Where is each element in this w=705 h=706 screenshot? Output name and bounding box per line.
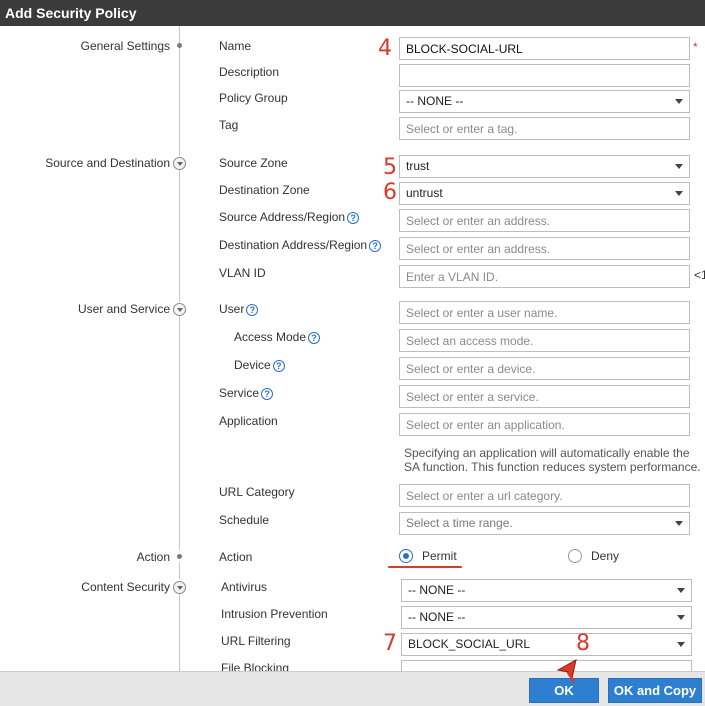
access-mode-input[interactable] bbox=[399, 329, 690, 352]
source-address-label-text: Source Address/Region bbox=[219, 210, 346, 224]
section-general-settings: General Settings bbox=[80, 39, 170, 53]
tag-input[interactable] bbox=[399, 117, 690, 140]
service-label-text: Service bbox=[219, 386, 260, 400]
chevron-down-icon bbox=[677, 615, 685, 620]
help-icon[interactable]: ? bbox=[261, 388, 274, 400]
user-label-text: User bbox=[219, 302, 245, 316]
destination-address-label: Destination Address/Region? bbox=[219, 238, 382, 252]
description-label: Description bbox=[219, 65, 280, 79]
destination-zone-value: untrust bbox=[406, 186, 443, 200]
chevron-down-icon bbox=[675, 521, 683, 526]
source-address-label: Source Address/Region? bbox=[219, 210, 360, 224]
chevron-down-icon bbox=[675, 164, 683, 169]
chevron-down-icon bbox=[675, 99, 683, 104]
device-input[interactable] bbox=[399, 357, 690, 380]
application-input[interactable] bbox=[399, 413, 690, 436]
application-label: Application bbox=[219, 414, 278, 428]
chevron-down-icon bbox=[675, 191, 683, 196]
access-mode-label: Access Mode? bbox=[234, 330, 321, 344]
permit-radio[interactable] bbox=[399, 549, 413, 563]
antivirus-value: -- NONE -- bbox=[408, 583, 466, 597]
schedule-label: Schedule bbox=[219, 513, 270, 527]
policy-group-label: Policy Group bbox=[219, 91, 288, 105]
annotation-step-6: 6 bbox=[383, 180, 397, 205]
antivirus-label: Antivirus bbox=[221, 580, 268, 594]
intrusion-prevention-label: Intrusion Prevention bbox=[221, 607, 328, 621]
section-line bbox=[179, 562, 180, 579]
tag-label: Tag bbox=[219, 118, 239, 132]
section-dot bbox=[177, 554, 182, 559]
annotation-step-5: 5 bbox=[383, 155, 397, 180]
collapse-icon[interactable] bbox=[173, 303, 186, 316]
url-category-label: URL Category bbox=[219, 485, 295, 499]
annotation-step-4: 4 bbox=[378, 36, 392, 61]
ok-and-copy-button[interactable]: OK and Copy bbox=[608, 678, 702, 703]
dialog-footer: OK OK and Copy bbox=[0, 671, 705, 706]
annotation-step-7: 7 bbox=[383, 631, 397, 656]
destination-zone-label: Destination Zone bbox=[219, 183, 310, 197]
section-user-service: User and Service bbox=[77, 302, 170, 316]
url-filtering-value: BLOCK_SOCIAL_URL bbox=[408, 637, 531, 651]
vlan-id-label: VLAN ID bbox=[219, 266, 266, 280]
intrusion-prevention-value: -- NONE -- bbox=[408, 610, 466, 624]
service-input[interactable] bbox=[399, 385, 690, 408]
destination-address-input[interactable] bbox=[399, 237, 690, 260]
url-filtering-select[interactable]: BLOCK_SOCIAL_URL bbox=[401, 633, 692, 656]
vlan-range-hint: <1 bbox=[694, 268, 705, 282]
policy-group-select[interactable]: -- NONE -- bbox=[399, 90, 690, 113]
collapse-icon[interactable] bbox=[173, 581, 186, 594]
schedule-select[interactable]: Select a time range. bbox=[399, 512, 690, 535]
destination-zone-select[interactable]: untrust bbox=[399, 182, 690, 205]
chevron-down-icon bbox=[677, 642, 685, 647]
schedule-value: Select a time range. bbox=[406, 516, 513, 530]
source-zone-label: Source Zone bbox=[219, 156, 288, 170]
annotation-step-8: 8 bbox=[576, 631, 590, 656]
section-action: Action bbox=[136, 550, 170, 564]
required-mark: * bbox=[693, 40, 698, 54]
url-category-input[interactable] bbox=[399, 484, 690, 507]
help-icon[interactable]: ? bbox=[347, 212, 360, 224]
name-input[interactable] bbox=[399, 37, 690, 60]
destination-address-label-text: Destination Address/Region bbox=[219, 238, 368, 252]
collapse-icon[interactable] bbox=[173, 157, 186, 170]
policy-group-value: -- NONE -- bbox=[406, 94, 464, 108]
source-zone-select[interactable]: trust bbox=[399, 155, 690, 178]
section-line bbox=[179, 170, 180, 302]
section-content-security: Content Security bbox=[81, 580, 170, 594]
action-label: Action bbox=[219, 550, 253, 564]
help-icon[interactable]: ? bbox=[272, 360, 285, 372]
source-address-input[interactable] bbox=[399, 209, 690, 232]
chevron-down-icon bbox=[677, 588, 685, 593]
intrusion-prevention-select[interactable]: -- NONE -- bbox=[401, 606, 692, 629]
url-filtering-label: URL Filtering bbox=[221, 634, 291, 648]
section-dot bbox=[177, 43, 182, 48]
application-note-line2: SA function. This function reduces syste… bbox=[404, 460, 701, 474]
device-label-text: Device bbox=[234, 358, 271, 372]
description-input[interactable] bbox=[399, 64, 690, 87]
permit-underline-annotation bbox=[388, 566, 462, 568]
help-icon[interactable]: ? bbox=[308, 332, 321, 344]
deny-radio[interactable] bbox=[568, 549, 582, 563]
mouse-pointer-icon bbox=[556, 659, 577, 683]
permit-label[interactable]: Permit bbox=[422, 549, 457, 563]
help-icon[interactable]: ? bbox=[246, 304, 259, 316]
application-note-line1: Specifying an application will automatic… bbox=[404, 446, 690, 460]
service-label: Service? bbox=[219, 386, 274, 400]
section-line bbox=[179, 594, 180, 671]
antivirus-select[interactable]: -- NONE -- bbox=[401, 579, 692, 602]
name-label: Name bbox=[219, 39, 252, 53]
device-label: Device? bbox=[234, 358, 285, 372]
vlan-id-input[interactable] bbox=[399, 265, 690, 288]
source-zone-value: trust bbox=[406, 159, 430, 173]
user-label: User? bbox=[219, 302, 259, 316]
section-source-destination: Source and Destination bbox=[45, 156, 170, 170]
help-icon[interactable]: ? bbox=[369, 240, 382, 252]
dialog-title: Add Security Policy bbox=[0, 0, 705, 26]
deny-label[interactable]: Deny bbox=[591, 549, 619, 563]
section-line bbox=[179, 316, 180, 550]
user-input[interactable] bbox=[399, 301, 690, 324]
access-mode-label-text: Access Mode bbox=[234, 330, 307, 344]
